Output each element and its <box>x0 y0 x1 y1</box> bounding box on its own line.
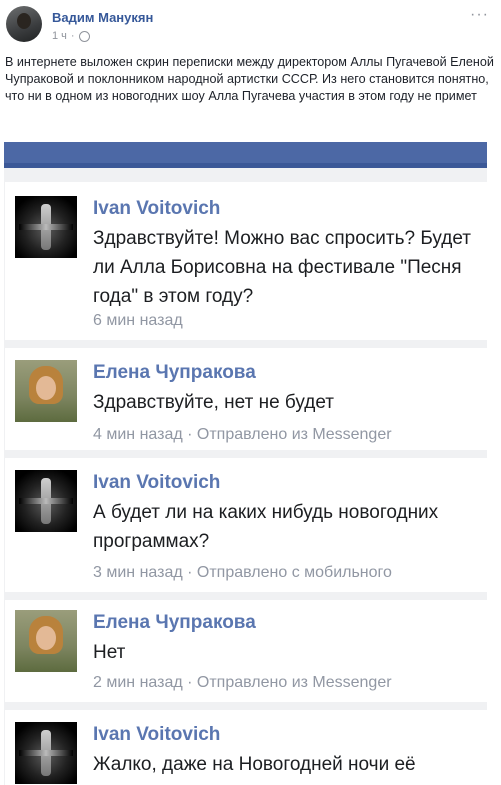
messenger-header-bar <box>4 142 487 168</box>
comment-meta: 3 мин назад · Отправлено с мобильного <box>93 564 392 581</box>
post-options-icon[interactable]: ··· <box>470 6 489 24</box>
author-avatar[interactable] <box>6 6 42 42</box>
comment-text: А будет ли на каких нибудь новогодних пр… <box>93 502 439 552</box>
comment-author[interactable]: Ivan Voitovich <box>93 724 220 746</box>
comment-author[interactable]: Ivan Voitovich <box>93 472 220 494</box>
comment-author[interactable]: Елена Чупракова <box>93 362 256 384</box>
comment-card: Елена Чупракова Нет 2 мин назад · Отправ… <box>5 600 487 702</box>
comment-card: Ivan Voitovich Здравствуйте! Можно вас с… <box>5 182 487 340</box>
globe-icon <box>78 30 90 42</box>
comment-author[interactable]: Елена Чупракова <box>93 612 256 634</box>
post-text: В интернете выложен скрин переписки межд… <box>5 55 494 103</box>
post-meta: 1 ч · <box>52 30 90 42</box>
comment-card: Елена Чупракова Здравствуйте, нет не буд… <box>5 348 487 450</box>
comment-text: Здравствуйте, нет не будет <box>93 392 334 413</box>
post-header: Вадим Манукян 1 ч · ··· <box>0 0 501 60</box>
elena-avatar[interactable] <box>15 360 77 422</box>
comment-text: Нет <box>93 642 126 663</box>
elena-avatar[interactable] <box>15 610 77 672</box>
comment-text: Жалко, даже на Новогодней ночи её <box>93 754 416 775</box>
ivan-avatar[interactable] <box>15 722 77 784</box>
comment-meta: 4 мин назад · Отправлено из Messenger <box>93 426 392 443</box>
post-author-name[interactable]: Вадим Манукян <box>52 10 153 25</box>
comment-card: Ivan Voitovich Жалко, даже на Новогодней… <box>5 710 487 785</box>
comment-text: Здравствуйте! Можно вас спросить? Будет … <box>93 228 471 307</box>
ivan-avatar[interactable] <box>15 470 77 532</box>
comment-author[interactable]: Ivan Voitovich <box>93 198 220 220</box>
comment-card: Ivan Voitovich А будет ли на каких нибуд… <box>5 458 487 592</box>
comment-meta: 2 мин назад · Отправлено из Messenger <box>93 674 392 691</box>
comment-meta: 6 мин назад <box>93 312 183 329</box>
ivan-avatar[interactable] <box>15 196 77 258</box>
post-time[interactable]: 1 ч <box>52 30 67 42</box>
conversation-screenshot: Ivan Voitovich Здравствуйте! Можно вас с… <box>4 142 487 785</box>
